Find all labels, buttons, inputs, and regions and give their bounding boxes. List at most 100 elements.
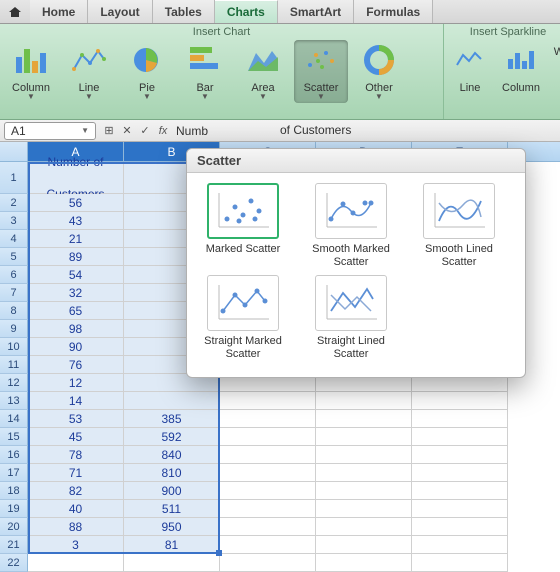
row-header[interactable]: 8 [0,302,28,320]
cell[interactable] [316,500,412,518]
cell[interactable] [220,482,316,500]
cell[interactable]: 78 [28,446,124,464]
option-smooth-marked-scatter[interactable]: Smooth Marked Scatter [301,183,401,269]
cell[interactable]: 65 [28,302,124,320]
row-header[interactable]: 15 [0,428,28,446]
chart-column-button[interactable]: Column ▼ [4,40,58,103]
cell[interactable] [220,500,316,518]
cell[interactable]: 950 [124,518,220,536]
cell[interactable] [316,554,412,572]
tab-home[interactable]: Home [30,0,88,23]
cell[interactable]: 88 [28,518,124,536]
row-header[interactable]: 18 [0,482,28,500]
tab-layout[interactable]: Layout [88,0,152,23]
cell[interactable]: 54 [28,266,124,284]
row-header[interactable]: 9 [0,320,28,338]
tab-formulas[interactable]: Formulas [354,0,433,23]
chart-scatter-button[interactable]: Scatter ▼ [294,40,348,103]
row-header[interactable]: 14 [0,410,28,428]
cell[interactable] [220,464,316,482]
option-straight-lined-scatter[interactable]: Straight Lined Scatter [301,275,401,361]
tab-tables[interactable]: Tables [153,0,215,23]
cell-a1[interactable]: Number of Customers [28,162,124,194]
cell[interactable] [316,410,412,428]
accept-entry-icon[interactable]: ✓ [136,124,154,137]
cell[interactable] [316,482,412,500]
cell[interactable]: 840 [124,446,220,464]
cell[interactable] [412,536,508,554]
cell[interactable] [412,500,508,518]
home-icon[interactable] [0,0,30,23]
name-box[interactable]: A1 ▼ [4,122,96,140]
cell[interactable] [412,392,508,410]
cell[interactable]: 385 [124,410,220,428]
cell[interactable] [316,392,412,410]
row-header[interactable]: 17 [0,464,28,482]
cell[interactable] [28,554,124,572]
option-straight-marked-scatter[interactable]: Straight Marked Scatter [193,275,293,361]
reference-tools-icon[interactable]: ⊞ [100,124,118,137]
row-header[interactable]: 10 [0,338,28,356]
cell[interactable]: 98 [28,320,124,338]
cell[interactable]: 81 [124,536,220,554]
cell[interactable]: 21 [28,230,124,248]
row-header[interactable]: 22 [0,554,28,572]
cell[interactable] [316,536,412,554]
cell[interactable] [220,446,316,464]
select-all-corner[interactable] [0,142,28,161]
chart-area-button[interactable]: Area ▼ [236,40,290,103]
cell[interactable]: 40 [28,500,124,518]
row-header[interactable]: 3 [0,212,28,230]
sparkline-winloss-button[interactable]: W [550,40,560,60]
row-header[interactable]: 21 [0,536,28,554]
cell[interactable] [412,410,508,428]
cell[interactable] [316,446,412,464]
chart-other-button[interactable]: Other ▼ [352,40,406,103]
sparkline-line-button[interactable]: Line [448,40,492,96]
cell[interactable] [412,554,508,572]
cell[interactable]: 45 [28,428,124,446]
cell[interactable] [316,428,412,446]
row-header[interactable]: 20 [0,518,28,536]
tab-charts[interactable]: Charts [215,0,278,23]
row-header[interactable]: 2 [0,194,28,212]
row-header[interactable]: 6 [0,266,28,284]
sparkline-column-button[interactable]: Column [496,40,546,96]
formula-text[interactable]: Numb [176,124,208,138]
option-smooth-lined-scatter[interactable]: Smooth Lined Scatter [409,183,509,269]
cell[interactable] [316,518,412,536]
cell[interactable]: 53 [28,410,124,428]
cell[interactable]: 3 [28,536,124,554]
cell[interactable] [220,410,316,428]
row-header[interactable]: 13 [0,392,28,410]
cell[interactable]: 900 [124,482,220,500]
cell[interactable] [220,428,316,446]
row-header[interactable]: 16 [0,446,28,464]
chart-bar-button[interactable]: Bar ▼ [178,40,232,103]
cell[interactable]: 56 [28,194,124,212]
cell[interactable] [412,446,508,464]
row-header[interactable]: 7 [0,284,28,302]
cell[interactable] [220,554,316,572]
cell[interactable]: 43 [28,212,124,230]
cell[interactable] [412,428,508,446]
row-header[interactable]: 4 [0,230,28,248]
fx-icon[interactable]: fx [154,125,172,137]
tab-smartart[interactable]: SmartArt [278,0,354,23]
chart-pie-button[interactable]: Pie ▼ [120,40,174,103]
chart-line-button[interactable]: Line ▼ [62,40,116,103]
cell[interactable]: 82 [28,482,124,500]
cancel-entry-icon[interactable]: ✕ [118,124,136,137]
cell[interactable]: 810 [124,464,220,482]
cell[interactable] [220,518,316,536]
row-header[interactable]: 5 [0,248,28,266]
cell[interactable]: 12 [28,374,124,392]
cell[interactable] [316,464,412,482]
cell[interactable] [412,464,508,482]
cell[interactable]: 32 [28,284,124,302]
option-marked-scatter[interactable]: Marked Scatter [193,183,293,269]
row-header[interactable]: 11 [0,356,28,374]
cell[interactable] [220,536,316,554]
cell[interactable] [124,392,220,410]
cell[interactable] [412,482,508,500]
